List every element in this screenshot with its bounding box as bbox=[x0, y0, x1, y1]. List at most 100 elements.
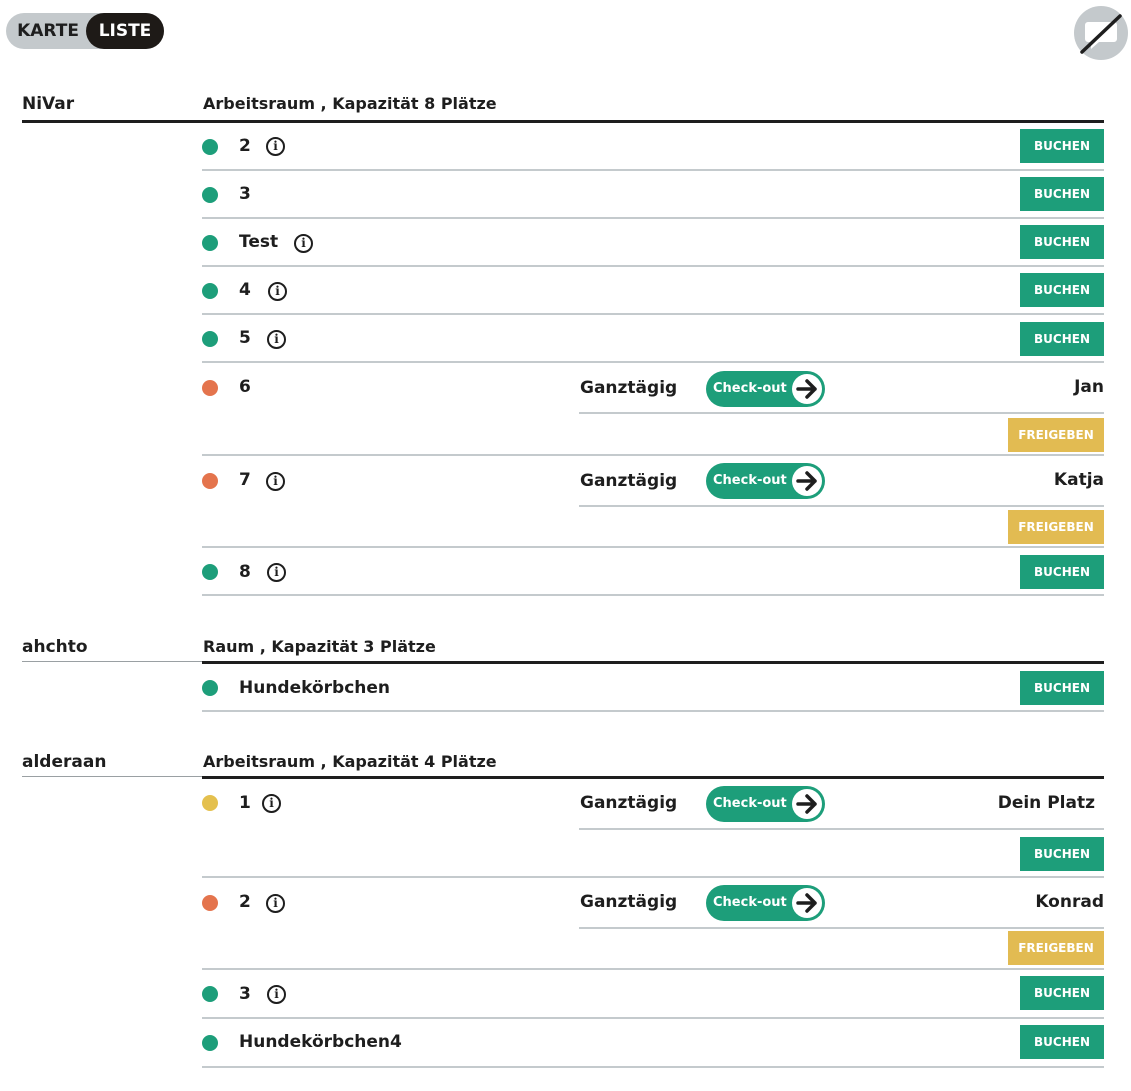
info-icon[interactable]: i bbox=[266, 894, 285, 913]
arrow-right-icon bbox=[792, 466, 822, 496]
row-inner-divider bbox=[579, 828, 1104, 830]
status-dot bbox=[202, 473, 218, 489]
status-dot bbox=[202, 795, 218, 811]
status-dot bbox=[202, 380, 218, 396]
release-button[interactable]: FREIGEBEN bbox=[1008, 418, 1104, 452]
status-dot bbox=[202, 680, 218, 696]
seat-row: Hundekörbchen4 BUCHEN bbox=[202, 1020, 1104, 1070]
seat-name: Hundekörbchen4 bbox=[239, 1032, 402, 1052]
seat-row: 4 i BUCHEN bbox=[202, 267, 1104, 315]
location-divider bbox=[22, 661, 202, 662]
booked-by: Katja bbox=[1053, 470, 1104, 490]
status-dot bbox=[202, 187, 218, 203]
book-button[interactable]: BUCHEN bbox=[1020, 225, 1104, 259]
chat-disabled-icon bbox=[1080, 14, 1122, 54]
info-icon[interactable]: i bbox=[294, 234, 313, 253]
status-dot bbox=[202, 283, 218, 299]
booking-duration: Ganztägig bbox=[580, 793, 678, 813]
view-toggle: KARTE LISTE bbox=[6, 13, 164, 49]
location-divider bbox=[22, 776, 202, 777]
status-dot bbox=[202, 1035, 218, 1051]
seat-row: Test i BUCHEN bbox=[202, 219, 1104, 267]
seat-row: 3 i BUCHEN bbox=[202, 970, 1104, 1020]
seat-row: 7 i Ganztägig Check-out Katja FREIGEBEN bbox=[202, 456, 1104, 548]
checkout-label: Check-out bbox=[713, 381, 787, 396]
status-dot bbox=[202, 564, 218, 580]
checkout-button[interactable]: Check-out bbox=[706, 786, 825, 822]
seat-name: 3 bbox=[239, 984, 251, 1004]
book-button[interactable]: BUCHEN bbox=[1020, 837, 1104, 871]
booked-by: Dein Platz bbox=[997, 793, 1095, 813]
location-name: ahchto bbox=[22, 637, 88, 657]
seat-row: 3 BUCHEN bbox=[202, 171, 1104, 219]
info-icon[interactable]: i bbox=[268, 282, 287, 301]
arrow-right-icon bbox=[792, 888, 822, 918]
arrow-right-icon bbox=[792, 374, 822, 404]
checkout-label: Check-out bbox=[713, 796, 787, 811]
row-divider bbox=[202, 1066, 1104, 1068]
seat-name: 3 bbox=[239, 184, 251, 204]
row-inner-divider bbox=[579, 505, 1104, 507]
book-button[interactable]: BUCHEN bbox=[1020, 671, 1104, 705]
book-button[interactable]: BUCHEN bbox=[1020, 1025, 1104, 1059]
status-dot bbox=[202, 139, 218, 155]
checkout-button[interactable]: Check-out bbox=[706, 463, 825, 499]
info-icon[interactable]: i bbox=[266, 137, 285, 156]
seat-name: 4 bbox=[239, 280, 251, 300]
room-title: Arbeitsraum , Kapazität 4 Plätze bbox=[203, 752, 497, 771]
info-icon[interactable]: i bbox=[267, 985, 286, 1004]
info-icon[interactable]: i bbox=[267, 330, 286, 349]
info-icon[interactable]: i bbox=[267, 563, 286, 582]
info-icon[interactable]: i bbox=[262, 794, 281, 813]
release-button[interactable]: FREIGEBEN bbox=[1008, 510, 1104, 544]
checkout-label: Check-out bbox=[713, 895, 787, 910]
seat-row: 2 i BUCHEN bbox=[202, 123, 1104, 171]
row-inner-divider bbox=[579, 927, 1104, 929]
seat-name: Hundekörbchen bbox=[239, 678, 391, 698]
room-title: Arbeitsraum , Kapazität 8 Plätze bbox=[203, 94, 497, 113]
seat-row: 5 i BUCHEN bbox=[202, 315, 1104, 363]
booking-duration: Ganztägig bbox=[580, 378, 678, 398]
seat-row: 6 Ganztägig Check-out Jan FREIGEBEN bbox=[202, 363, 1104, 456]
status-dot bbox=[202, 986, 218, 1002]
book-button[interactable]: BUCHEN bbox=[1020, 129, 1104, 163]
info-icon[interactable]: i bbox=[266, 472, 285, 491]
toggle-liste[interactable]: LISTE bbox=[86, 13, 164, 49]
book-button[interactable]: BUCHEN bbox=[1020, 555, 1104, 589]
seat-name: 6 bbox=[239, 377, 251, 397]
row-divider bbox=[202, 710, 1104, 712]
row-divider bbox=[202, 1017, 1104, 1019]
seat-name: 7 bbox=[239, 470, 251, 490]
status-dot bbox=[202, 235, 218, 251]
seat-row: 1 i Ganztägig Check-out Dein Platz BUCHE… bbox=[202, 779, 1104, 878]
book-button[interactable]: BUCHEN bbox=[1020, 976, 1104, 1010]
seat-row: Hundekörbchen BUCHEN bbox=[202, 664, 1104, 714]
checkout-button[interactable]: Check-out bbox=[706, 371, 825, 407]
toggle-karte[interactable]: KARTE bbox=[6, 13, 90, 49]
seat-row: 2 i Ganztägig Check-out Konrad FREIGEBEN bbox=[202, 878, 1104, 970]
location-name: NiVar bbox=[22, 94, 75, 114]
book-button[interactable]: BUCHEN bbox=[1020, 322, 1104, 356]
seat-name: Test bbox=[239, 232, 279, 252]
status-dot bbox=[202, 895, 218, 911]
checkout-label: Check-out bbox=[713, 473, 787, 488]
seat-name: 2 bbox=[239, 136, 251, 156]
book-button[interactable]: BUCHEN bbox=[1020, 273, 1104, 307]
checkout-button[interactable]: Check-out bbox=[706, 885, 825, 921]
seat-name: 8 bbox=[239, 562, 251, 582]
seat-row: 8 i BUCHEN bbox=[202, 548, 1104, 597]
book-button[interactable]: BUCHEN bbox=[1020, 177, 1104, 211]
release-button[interactable]: FREIGEBEN bbox=[1008, 931, 1104, 965]
seat-name: 2 bbox=[239, 892, 251, 912]
arrow-right-icon bbox=[792, 789, 822, 819]
chat-toggle-button[interactable] bbox=[1074, 6, 1128, 60]
location-name: alderaan bbox=[22, 752, 107, 772]
seat-name: 5 bbox=[239, 328, 251, 348]
booked-by: Konrad bbox=[1035, 892, 1104, 912]
booking-duration: Ganztägig bbox=[580, 892, 678, 912]
booking-duration: Ganztägig bbox=[580, 471, 678, 491]
status-dot bbox=[202, 331, 218, 347]
room-title: Raum , Kapazität 3 Plätze bbox=[203, 637, 436, 656]
seat-name: 1 bbox=[239, 793, 251, 813]
row-divider bbox=[202, 594, 1104, 596]
